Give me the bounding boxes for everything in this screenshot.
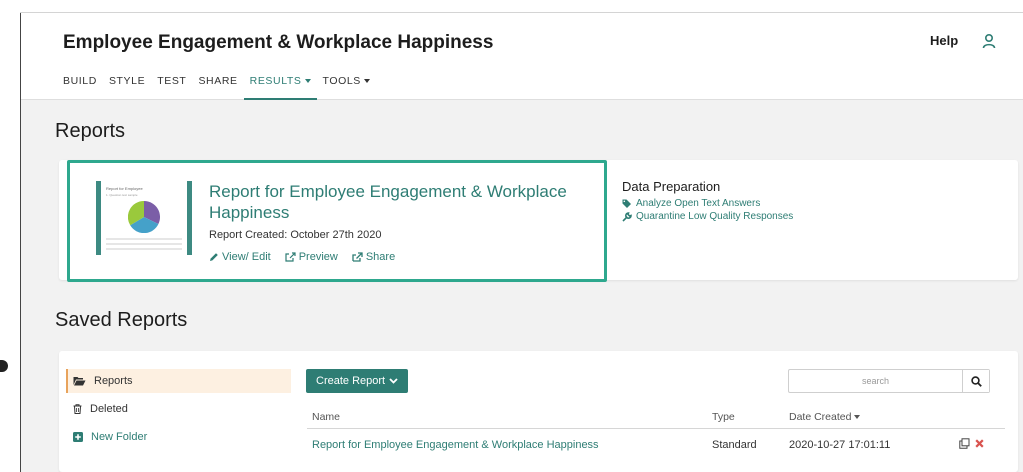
thumbnail-subtitle: 1. Question text sample <box>106 193 138 197</box>
view-edit-link[interactable]: View/ Edit <box>209 251 271 263</box>
view-edit-label: View/ Edit <box>222 251 271 263</box>
tab-share[interactable]: SHARE <box>192 70 243 100</box>
thumbnail-row <box>106 248 182 250</box>
thumbnail-row <box>106 243 182 245</box>
thumbnail-page: Report for Employee 1. Question text sam… <box>101 181 187 255</box>
search-button[interactable] <box>962 370 989 392</box>
trash-icon <box>73 404 82 414</box>
table-row: Report for Employee Engagement & Workpla… <box>307 429 1005 459</box>
column-name-header[interactable]: Name <box>312 411 340 423</box>
saved-reports-card: Reports Deleted New Folder Create Report <box>59 351 1018 472</box>
user-icon[interactable] <box>976 29 1002 53</box>
edge-handle[interactable] <box>0 360 8 372</box>
data-preparation: Data Preparation Analyze Open Text Answe… <box>622 179 793 224</box>
column-date-label: Date Created <box>789 411 852 423</box>
column-type-header[interactable]: Type <box>712 411 735 423</box>
copy-icon[interactable] <box>959 438 970 449</box>
tab-results[interactable]: RESULTS <box>243 70 317 100</box>
caret-down-icon <box>854 415 861 420</box>
new-folder-label: New Folder <box>91 431 148 443</box>
search-box <box>788 369 990 393</box>
folder-reports[interactable]: Reports <box>66 369 291 393</box>
survey-title: Employee Engagement & Workplace Happines… <box>63 32 494 53</box>
report-name-link[interactable]: Report for Employee Engagement & Workpla… <box>209 181 599 223</box>
share-label: Share <box>365 251 396 263</box>
column-date-header[interactable]: Date Created <box>789 411 861 423</box>
thumbnail-pie-chart <box>128 201 160 233</box>
thumbnail-row <box>106 238 182 240</box>
preview-label: Preview <box>298 251 338 263</box>
report-created-date: Report Created: October 27th 2020 <box>209 229 382 241</box>
reports-card: Report for Employee 1. Question text sam… <box>59 160 1018 282</box>
pencil-icon <box>210 253 218 261</box>
search-icon <box>970 375 982 387</box>
folder-deleted-label: Deleted <box>90 403 128 415</box>
data-preparation-title: Data Preparation <box>622 179 721 194</box>
chevron-down-icon <box>389 378 398 384</box>
caret-down-icon <box>363 79 370 84</box>
delete-icon[interactable] <box>975 439 984 448</box>
table-header: Name Type Date Created <box>307 403 1005 429</box>
app-window: Employee Engagement & Workplace Happines… <box>21 13 1023 472</box>
wrench-icon <box>622 211 632 222</box>
tab-test[interactable]: TEST <box>151 70 192 100</box>
new-folder-button[interactable]: New Folder <box>66 425 291 449</box>
folder-list: Reports Deleted New Folder <box>66 369 291 453</box>
search-input[interactable] <box>789 370 962 392</box>
folder-deleted[interactable]: Deleted <box>66 397 291 421</box>
report-thumbnail[interactable]: Report for Employee 1. Question text sam… <box>96 181 192 255</box>
plus-square-icon <box>73 432 83 442</box>
external-link-icon <box>285 252 296 262</box>
preview-link[interactable]: Preview <box>285 251 338 263</box>
report-row-date: 2020-10-27 17:01:11 <box>789 439 891 451</box>
reports-table: Name Type Date Created Report for Employ… <box>307 403 1005 459</box>
share-icon <box>352 252 363 262</box>
folder-open-icon <box>73 377 86 386</box>
folder-reports-label: Reports <box>94 375 133 387</box>
row-actions <box>959 438 984 449</box>
tab-results-label: RESULTS <box>249 75 302 87</box>
reports-heading: Reports <box>55 120 126 142</box>
caret-down-icon <box>304 79 311 84</box>
help-link[interactable]: Help <box>930 33 958 48</box>
thumbnail-title: Report for Employee <box>106 186 143 191</box>
create-report-button[interactable]: Create Report <box>306 369 409 393</box>
tag-icon <box>622 199 631 208</box>
quarantine-responses-label: Quarantine Low Quality Responses <box>636 211 794 222</box>
tab-build[interactable]: BUILD <box>63 70 103 100</box>
quarantine-responses-link[interactable]: Quarantine Low Quality Responses <box>622 211 793 222</box>
header: Employee Engagement & Workplace Happines… <box>21 13 1023 100</box>
tab-style[interactable]: STYLE <box>103 70 151 100</box>
create-report-label: Create Report <box>316 375 386 387</box>
report-actions: View/ Edit Preview Share <box>209 251 395 263</box>
tab-tools[interactable]: TOOLS <box>317 70 376 100</box>
saved-reports-heading: Saved Reports <box>55 309 188 331</box>
main-nav: BUILD STYLE TEST SHARE RESULTS TOOLS <box>63 70 376 100</box>
featured-report: Report for Employee 1. Question text sam… <box>67 160 607 282</box>
report-row-name-link[interactable]: Report for Employee Engagement & Workpla… <box>312 439 599 451</box>
share-link[interactable]: Share <box>352 251 395 263</box>
tab-tools-label: TOOLS <box>322 75 361 87</box>
analyze-open-text-link[interactable]: Analyze Open Text Answers <box>622 198 793 209</box>
report-row-type: Standard <box>712 439 757 451</box>
analyze-open-text-label: Analyze Open Text Answers <box>636 198 761 209</box>
